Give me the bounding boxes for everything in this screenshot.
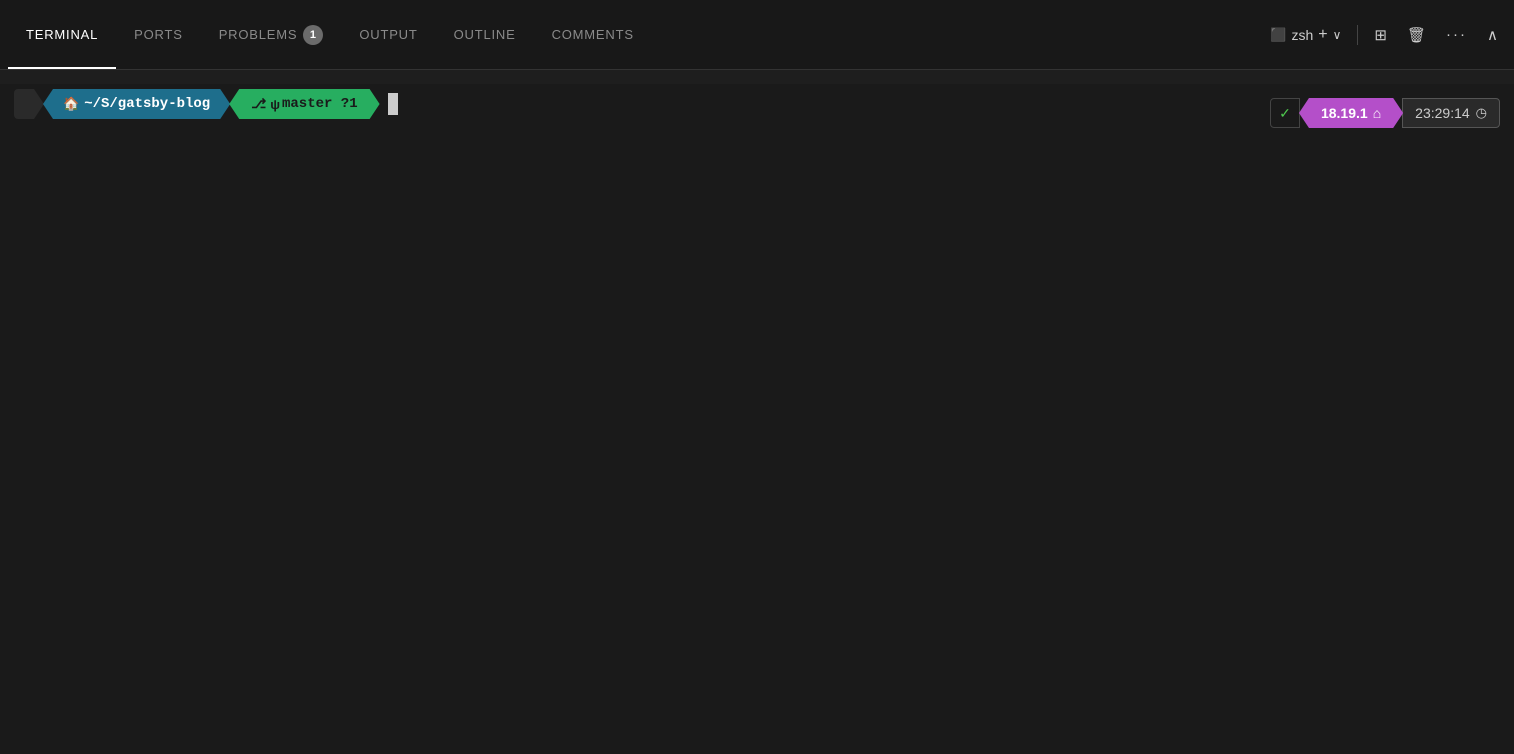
prompt-git-segment: ⎇ ψ master ?1 (229, 89, 379, 119)
status-right: ✓ 18.19.1 ⌂ 23:29:14 ◷ (1270, 98, 1500, 128)
terminal-cursor (388, 93, 398, 115)
home-icon: ⌂ (1373, 105, 1381, 121)
split-icon: ⊞ (1374, 26, 1387, 44)
chevron-down-icon: ∨ (1333, 28, 1342, 42)
prompt-bar: 🏠 ~/S/gatsby-blog ⎇ ψ master ?1 ✓ 18.19.… (14, 84, 1500, 124)
time-value: 23:29:14 (1415, 105, 1470, 121)
branch-icon: ψ (270, 97, 280, 112)
problems-badge: 1 (303, 25, 323, 45)
tab-ports[interactable]: PORTS (116, 0, 201, 69)
tab-problems[interactable]: PROBLEMS 1 (201, 0, 342, 69)
separator-1 (1357, 25, 1358, 45)
status-node-segment: 18.19.1 ⌂ (1299, 98, 1403, 128)
trash-icon: 🗑 (1407, 26, 1426, 44)
more-icon: ··· (1446, 26, 1467, 43)
clock-icon: ◷ (1476, 105, 1487, 121)
git-icon: ⎇ (251, 96, 266, 112)
check-icon: ✓ (1279, 105, 1291, 122)
chevron-up-icon: ∧ (1487, 26, 1498, 44)
more-actions-button[interactable]: ··· (1438, 22, 1475, 47)
shell-label: zsh (1291, 27, 1313, 43)
tab-comments-label: COMMENTS (552, 27, 634, 42)
tab-terminal[interactable]: TERMINAL (8, 0, 116, 69)
collapse-panel-button[interactable]: ∧ (1479, 22, 1506, 48)
toolbar-right: ⬛ zsh + ∨ ⊞ 🗑 ··· ∧ (1262, 22, 1506, 48)
tab-outline[interactable]: OUTLINE (436, 0, 534, 69)
terminal-icon: ⬛ (1270, 28, 1286, 41)
tab-terminal-label: TERMINAL (26, 27, 98, 42)
add-terminal-icon: + (1318, 26, 1327, 44)
path-label: ~/S/gatsby-blog (84, 96, 210, 112)
tab-output[interactable]: OUTPUT (341, 0, 435, 69)
delete-terminal-button[interactable]: 🗑 (1399, 22, 1434, 48)
branch-label: master ?1 (282, 96, 358, 112)
folder-icon: 🏠 (63, 96, 79, 112)
tab-outline-label: OUTLINE (454, 27, 516, 42)
tab-output-label: OUTPUT (359, 27, 417, 42)
status-time-segment: 23:29:14 ◷ (1402, 98, 1500, 128)
terminal-area[interactable]: 🏠 ~/S/gatsby-blog ⎇ ψ master ?1 ✓ 18.19.… (0, 84, 1514, 754)
node-version: 18.19.1 (1321, 105, 1368, 121)
split-terminal-button[interactable]: ⊞ (1366, 22, 1395, 48)
shell-selector[interactable]: ⬛ zsh + ∨ (1262, 22, 1349, 48)
tab-bar: TERMINAL PORTS PROBLEMS 1 OUTPUT OUTLINE… (0, 0, 1514, 70)
prompt-path-segment: 🏠 ~/S/gatsby-blog (43, 89, 230, 119)
prompt-apple-segment (14, 89, 44, 119)
tab-problems-label: PROBLEMS (219, 27, 298, 42)
status-check-segment: ✓ (1270, 98, 1300, 128)
tab-comments[interactable]: COMMENTS (534, 0, 652, 69)
tab-ports-label: PORTS (134, 27, 183, 42)
